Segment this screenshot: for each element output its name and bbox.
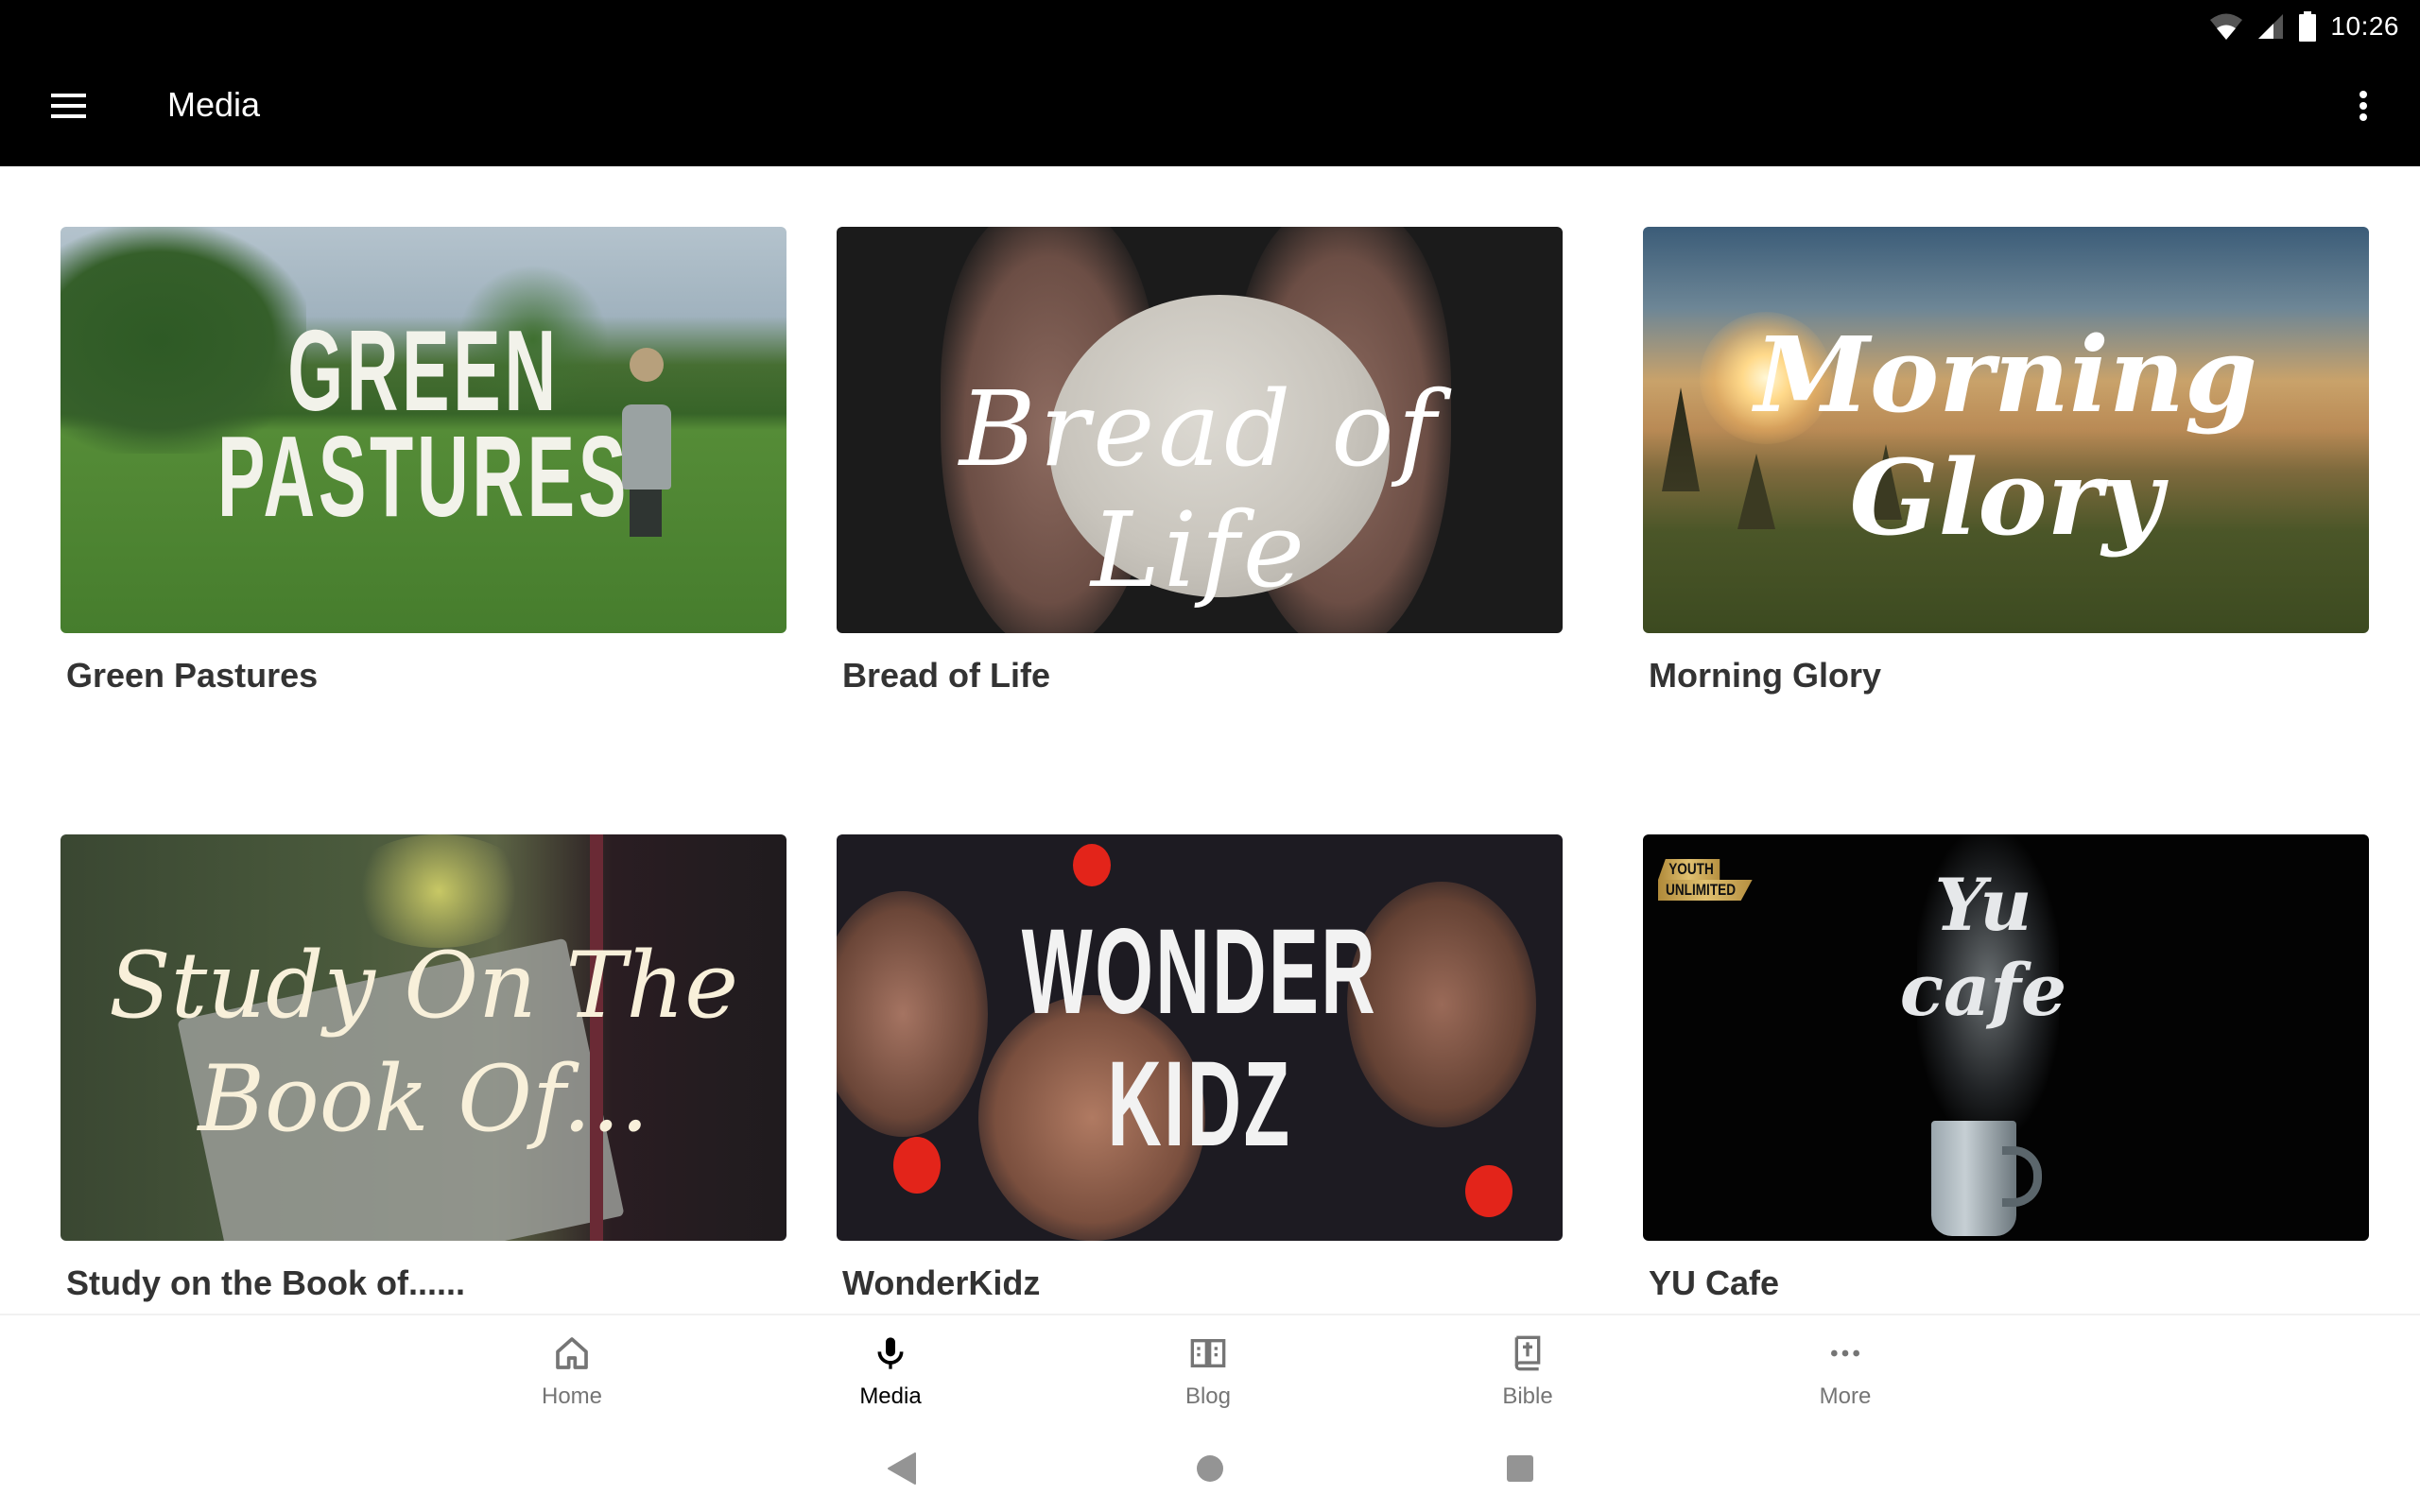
cell-signal-icon xyxy=(2256,12,2285,41)
home-icon xyxy=(551,1332,593,1374)
thumbnail-text: GREEN PASTURES xyxy=(216,306,631,541)
home-circle-icon xyxy=(1197,1455,1223,1482)
media-thumbnail[interactable]: Study On The Book Of... xyxy=(60,834,786,1241)
media-thumbnail[interactable]: YOUTH UNLIMITED Yu cafe xyxy=(1643,834,2369,1241)
media-screen: 10:26 Media GREEN PASTURES Green Pasture… xyxy=(0,0,2420,1512)
more-horiz-icon xyxy=(1824,1332,1866,1374)
media-title: Bread of Life xyxy=(842,656,1051,695)
microphone-icon xyxy=(870,1332,911,1374)
wifi-icon xyxy=(2209,12,2243,41)
hamburger-menu-icon xyxy=(50,94,86,97)
media-title: Green Pastures xyxy=(66,656,319,695)
media-card-wonderkidz[interactable]: WONDER KIDZ WonderKidz xyxy=(837,834,1563,1303)
nav-item-bible[interactable]: Bible xyxy=(1433,1332,1622,1410)
app-bar: 10:26 Media xyxy=(0,0,2420,166)
media-title: YU Cafe xyxy=(1649,1263,1780,1302)
thumbnail-text: Morning Glory xyxy=(1754,314,2257,558)
nav-item-blog[interactable]: Blog xyxy=(1114,1332,1303,1410)
thumbnail-text: WONDER KIDZ xyxy=(1021,904,1378,1172)
media-card-bread-of-life[interactable]: Bread of Life Bread of Life xyxy=(837,227,1563,696)
media-thumbnail[interactable]: GREEN PASTURES xyxy=(60,227,786,633)
media-thumbnail[interactable]: Bread of Life xyxy=(837,227,1563,633)
status-bar: 10:26 xyxy=(2209,6,2399,47)
nav-item-more[interactable]: More xyxy=(1751,1332,1940,1410)
media-title: WonderKidz xyxy=(842,1263,1041,1302)
thumbnail-text: Yu cafe xyxy=(1899,863,2067,1032)
overflow-menu-button[interactable] xyxy=(2341,83,2386,129)
open-book-icon xyxy=(1187,1332,1229,1374)
thumbnail-text: Study On The Book Of... xyxy=(108,933,739,1152)
media-thumbnail[interactable]: Morning Glory xyxy=(1643,227,2369,633)
bottom-navigation: Home Media Blog Bible More xyxy=(0,1314,2420,1427)
bible-icon xyxy=(1507,1332,1548,1374)
back-triangle-icon xyxy=(888,1452,916,1485)
page-title: Media xyxy=(167,85,261,124)
more-vert-icon xyxy=(2360,91,2367,98)
media-card-yu-cafe[interactable]: YOUTH UNLIMITED Yu cafe YU Cafe xyxy=(1643,834,2369,1303)
media-card-green-pastures[interactable]: GREEN PASTURES Green Pastures xyxy=(60,227,786,696)
system-home-button[interactable] xyxy=(1189,1448,1231,1489)
recents-square-icon xyxy=(1507,1455,1533,1482)
media-card-study-on-the-book-of[interactable]: Study On The Book Of... Study on the Boo… xyxy=(60,834,786,1303)
system-navigation-bar xyxy=(0,1427,2420,1512)
youth-unlimited-badge: YOUTH UNLIMITED xyxy=(1658,859,1776,901)
media-card-morning-glory[interactable]: Morning Glory Morning Glory xyxy=(1643,227,2369,696)
system-recents-button[interactable] xyxy=(1499,1448,1541,1489)
nav-item-media[interactable]: Media xyxy=(796,1332,985,1410)
media-thumbnail[interactable]: WONDER KIDZ xyxy=(837,834,1563,1241)
nav-item-home[interactable]: Home xyxy=(477,1332,666,1410)
battery-icon xyxy=(2298,11,2317,42)
hamburger-menu-button[interactable] xyxy=(42,79,95,132)
thumbnail-text: Bread of Life xyxy=(959,369,1441,610)
system-back-button[interactable] xyxy=(881,1448,923,1489)
media-title: Morning Glory xyxy=(1649,656,1881,695)
media-title: Study on the Book of...... xyxy=(66,1263,465,1302)
status-time: 10:26 xyxy=(2330,11,2399,41)
